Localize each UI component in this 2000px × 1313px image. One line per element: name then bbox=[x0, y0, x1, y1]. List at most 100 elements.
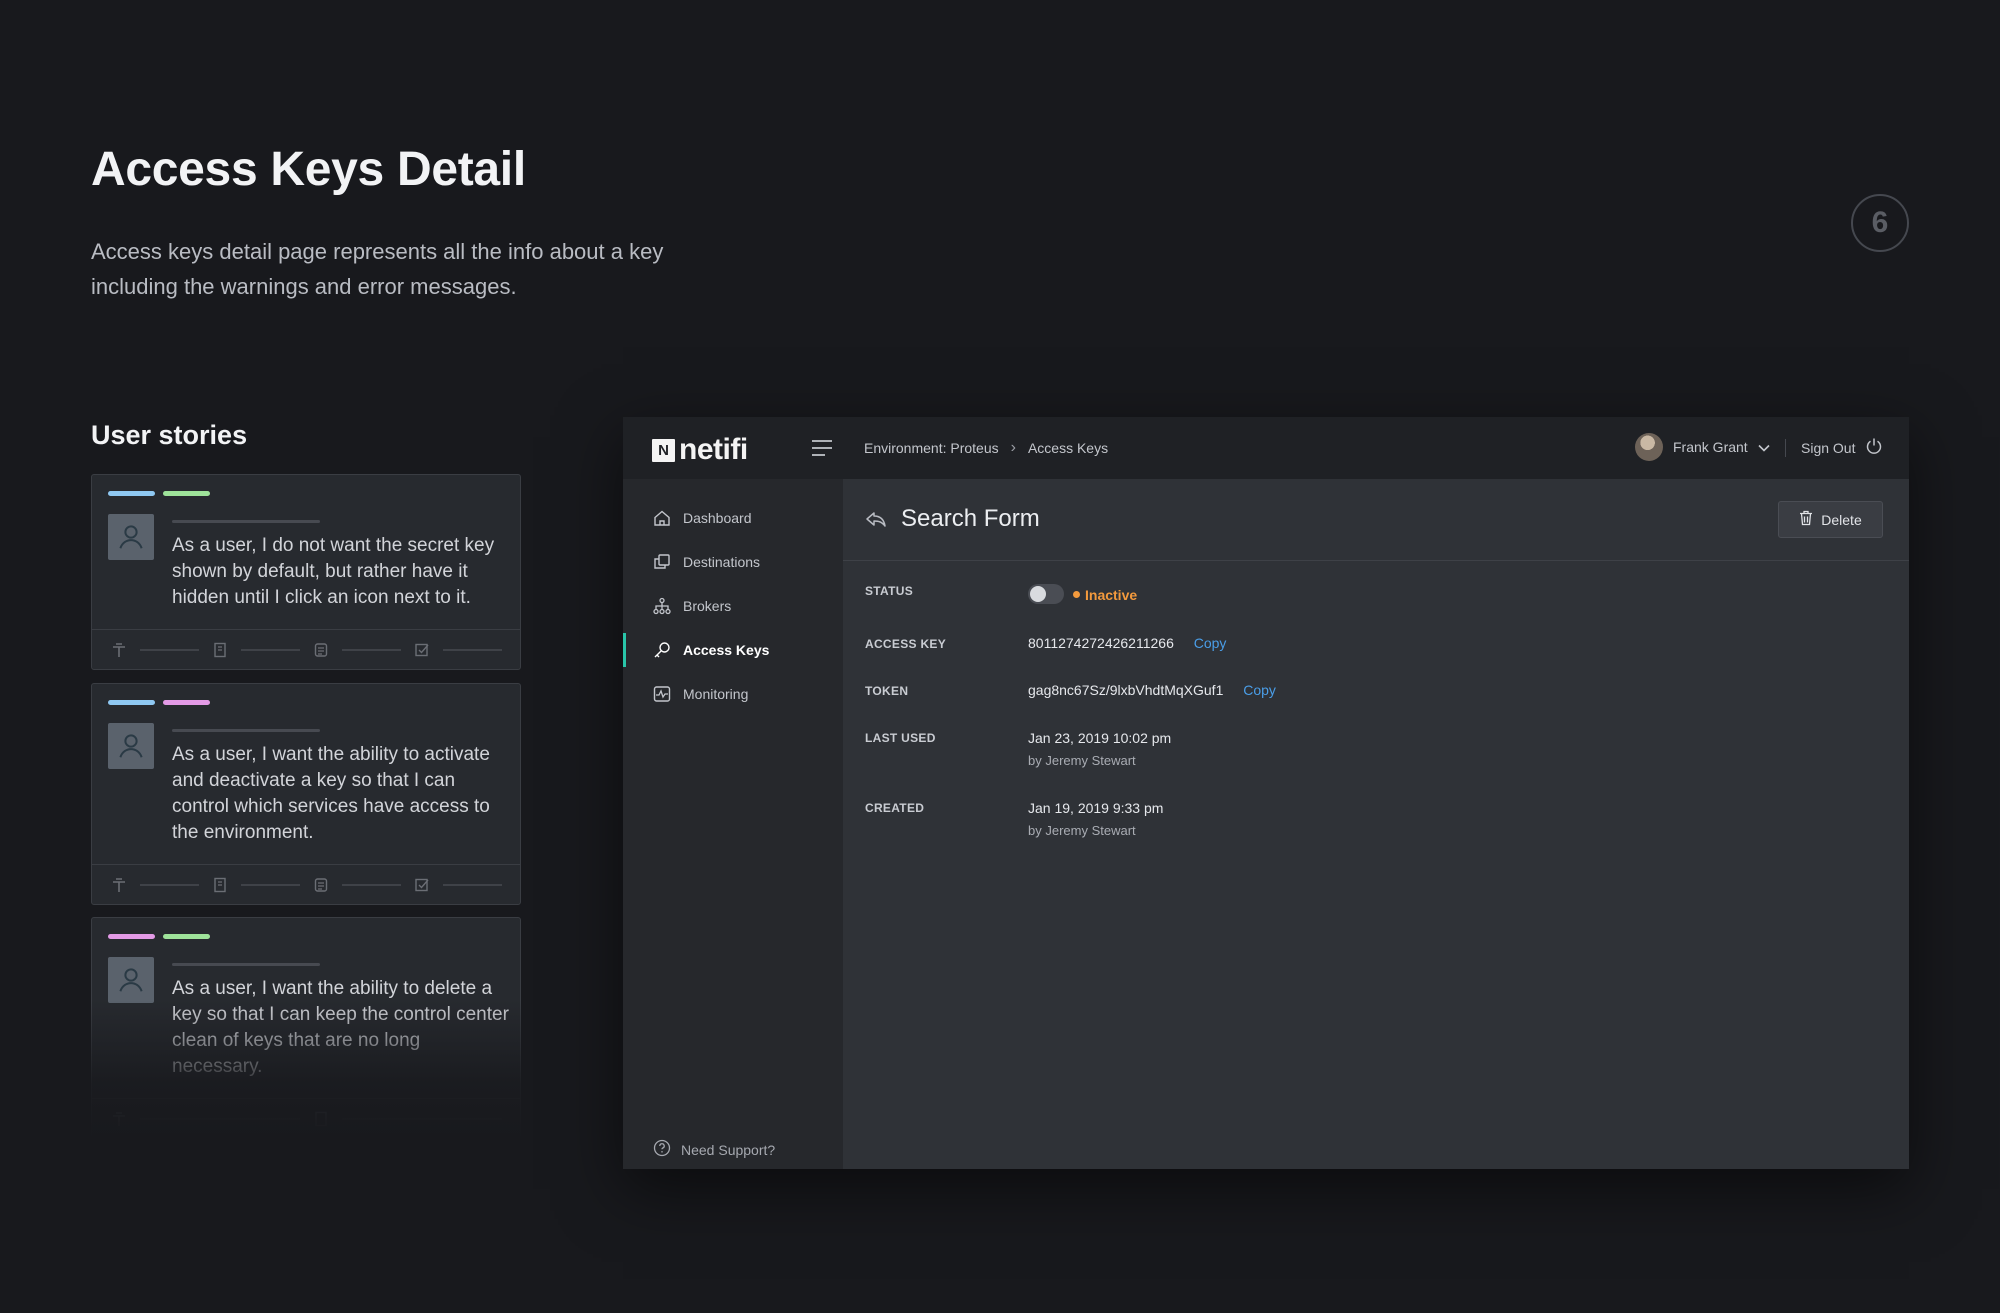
story-text: As a user, I do not want the secret key … bbox=[172, 535, 495, 608]
breadcrumb-access-keys[interactable]: Access Keys bbox=[1028, 440, 1108, 456]
key-icon bbox=[653, 641, 671, 659]
last-used-value: Jan 23, 2019 10:02 pm bbox=[1028, 730, 1172, 746]
home-icon bbox=[653, 509, 671, 527]
token-row: gag8nc67Sz/9lxbVhdtMqXGuf1 Copy bbox=[1028, 682, 1276, 698]
chevron-down-icon bbox=[1758, 439, 1770, 455]
need-support-link[interactable]: Need Support? bbox=[653, 1139, 775, 1160]
last-used-by: by Jeremy Stewart bbox=[1028, 753, 1136, 768]
sidebar-item-brokers[interactable]: Brokers bbox=[623, 587, 843, 625]
user-avatar-icon bbox=[108, 957, 154, 1003]
copy-icon bbox=[653, 553, 671, 571]
delete-label: Delete bbox=[1821, 511, 1862, 528]
access-key-value: 8011274272426211266 bbox=[1028, 635, 1174, 651]
status-toggle[interactable] bbox=[1028, 584, 1064, 604]
content-header: Search Form Delete bbox=[843, 479, 1909, 561]
footer-line bbox=[443, 883, 502, 886]
story-tag bbox=[108, 491, 155, 496]
story-footer bbox=[92, 864, 520, 904]
sidebar-item-dashboard[interactable]: Dashboard bbox=[623, 499, 843, 537]
story-title-placeholder bbox=[172, 520, 320, 523]
sidebar-item-monitoring[interactable]: Monitoring bbox=[623, 675, 843, 713]
story-title-placeholder bbox=[172, 729, 320, 732]
sidebar-item-label: Monitoring bbox=[683, 686, 749, 702]
delete-button[interactable]: Delete bbox=[1778, 501, 1883, 538]
document-icon bbox=[312, 641, 330, 659]
status-badge: Inactive bbox=[1085, 587, 1138, 603]
story-tags bbox=[108, 491, 210, 496]
trash-icon bbox=[1799, 510, 1813, 529]
sidebar-item-label: Destinations bbox=[683, 554, 761, 570]
checkbox-icon bbox=[413, 876, 431, 894]
status-dot bbox=[1073, 591, 1080, 598]
sidebar-item-destinations[interactable]: Destinations bbox=[623, 543, 843, 581]
content-title: Search Form bbox=[901, 505, 1040, 532]
status-label: STATUS bbox=[865, 584, 914, 598]
sign-out-label: Sign Out bbox=[1801, 439, 1856, 456]
token-value: gag8nc67Sz/9lxbVhdtMqXGuf1 bbox=[1028, 682, 1224, 698]
story-card: As a user, I want the ability to activat… bbox=[91, 683, 521, 905]
story-text: As a user, I want the ability to activat… bbox=[172, 744, 490, 843]
pin-icon bbox=[110, 876, 128, 894]
access-key-label: ACCESS KEY bbox=[865, 637, 947, 651]
pulse-icon bbox=[653, 685, 671, 703]
footer-line bbox=[241, 648, 300, 651]
story-footer bbox=[92, 629, 520, 669]
page-title: Access Keys Detail bbox=[91, 143, 526, 196]
story-tags bbox=[108, 934, 210, 939]
user-name: Frank Grant bbox=[1673, 439, 1748, 455]
copy-access-key-link[interactable]: Copy bbox=[1194, 635, 1227, 651]
created-value: Jan 19, 2019 9:33 pm bbox=[1028, 800, 1164, 816]
story-tag bbox=[108, 934, 155, 939]
back-arrow-icon[interactable] bbox=[865, 510, 887, 530]
story-title-placeholder bbox=[172, 963, 320, 966]
avatar bbox=[1635, 433, 1663, 461]
footer-line bbox=[241, 883, 300, 886]
sidebar-item-label: Access Keys bbox=[683, 642, 770, 658]
app-window: N netifi Environment: Proteus › Access K… bbox=[623, 417, 1909, 1169]
toggle-knob bbox=[1030, 586, 1046, 602]
breadcrumb-environment[interactable]: Environment: Proteus bbox=[864, 440, 999, 456]
user-avatar-icon bbox=[108, 723, 154, 769]
sidebar-item-access-keys[interactable]: Access Keys bbox=[623, 631, 843, 669]
topbar-divider bbox=[1785, 439, 1786, 457]
footer-line bbox=[140, 883, 199, 886]
sidebar: Dashboard Destinations Brokers Access Ke… bbox=[623, 479, 843, 1169]
copy-token-link[interactable]: Copy bbox=[1243, 682, 1276, 698]
story-card: As a user, I do not want the secret key … bbox=[91, 474, 521, 670]
token-label: TOKEN bbox=[865, 684, 909, 698]
created-by: by Jeremy Stewart bbox=[1028, 823, 1136, 838]
sign-out-button[interactable]: Sign Out bbox=[1801, 437, 1883, 458]
footer-line bbox=[342, 648, 401, 651]
document-icon bbox=[312, 876, 330, 894]
access-key-row: 8011274272426211266 Copy bbox=[1028, 635, 1226, 651]
bookmark-icon bbox=[211, 641, 229, 659]
pin-icon bbox=[110, 641, 128, 659]
chevron-right-icon: › bbox=[1010, 439, 1016, 456]
user-stories-heading: User stories bbox=[91, 420, 248, 450]
user-avatar-icon bbox=[108, 514, 154, 560]
sidebar-item-label: Brokers bbox=[683, 598, 732, 614]
logo-mark: N bbox=[652, 438, 675, 462]
page-number-badge: 6 bbox=[1851, 194, 1909, 252]
help-icon bbox=[653, 1139, 671, 1160]
story-tag bbox=[163, 934, 210, 939]
logo-text: netifi bbox=[679, 433, 748, 466]
story-tag bbox=[108, 700, 155, 705]
top-bar: N netifi Environment: Proteus › Access K… bbox=[623, 417, 1909, 479]
footer-line bbox=[140, 648, 199, 651]
hamburger-menu-icon[interactable] bbox=[811, 438, 833, 458]
page-description: Access keys detail page represents all t… bbox=[91, 239, 664, 299]
last-used-label: LAST USED bbox=[865, 731, 936, 745]
stories-fade-overlay bbox=[85, 1000, 530, 1140]
power-icon bbox=[1865, 437, 1883, 458]
logo[interactable]: N netifi bbox=[652, 433, 748, 467]
user-menu[interactable]: Frank Grant bbox=[1635, 433, 1770, 461]
footer-line bbox=[443, 648, 502, 651]
support-label: Need Support? bbox=[681, 1141, 776, 1158]
story-tag bbox=[163, 491, 210, 496]
story-tags bbox=[108, 700, 210, 705]
hierarchy-icon bbox=[653, 597, 671, 615]
bookmark-icon bbox=[211, 876, 229, 894]
breadcrumb: Environment: Proteus › Access Keys bbox=[864, 439, 1108, 457]
story-tag bbox=[163, 700, 210, 705]
